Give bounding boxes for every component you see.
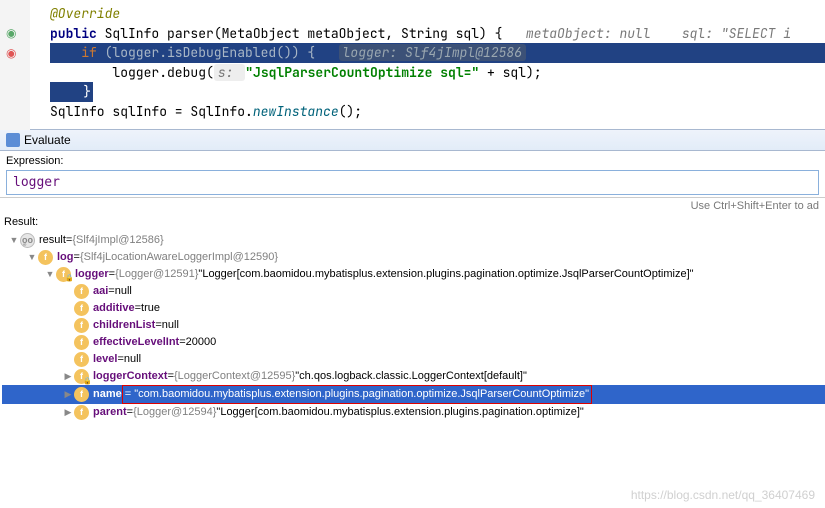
field-icon: f — [74, 387, 89, 402]
editor-gutter: ◉ ◉ — [0, 0, 30, 130]
annotation: @Override — [50, 5, 120, 22]
tree-row-result[interactable]: o͚oresult = {Slf4jImpl@12586} — [2, 232, 825, 249]
evaluate-icon — [6, 133, 20, 147]
expression-label: Expression: — [6, 155, 819, 167]
tree-row-log[interactable]: flog = {Slf4jLocationAwareLoggerImpl@125… — [2, 249, 825, 266]
chevron-right-icon[interactable] — [62, 406, 74, 420]
evaluate-toolbar: Evaluate — [0, 129, 825, 151]
chevron-right-icon[interactable] — [62, 370, 74, 384]
field-icon: f — [74, 318, 89, 333]
shortcut-hint: Use Ctrl+Shift+Enter to ad — [0, 198, 825, 214]
result-label: Result: — [0, 214, 825, 230]
tree-row-childrenList[interactable]: fchildrenList = null — [2, 317, 825, 334]
chevron-right-icon[interactable] — [62, 388, 74, 402]
expression-section: Expression: — [0, 151, 825, 198]
field-icon: f — [74, 301, 89, 316]
tree-row-effectiveLevelInt[interactable]: feffectiveLevelInt = 20000 — [2, 334, 825, 351]
field-final-icon: f — [56, 267, 71, 282]
expression-input[interactable] — [6, 170, 819, 195]
field-icon: f — [74, 405, 89, 420]
field-icon: f — [74, 335, 89, 350]
field-icon: f — [74, 284, 89, 299]
watermark: https://blog.csdn.net/qq_36407469 — [631, 488, 815, 502]
field-icon: f — [74, 352, 89, 367]
chevron-down-icon[interactable] — [26, 251, 38, 265]
inline-debug-hint: logger: Slf4jImpl@12586 — [339, 44, 526, 61]
override-gutter-icon[interactable]: ◉ — [6, 26, 16, 40]
tree-row-name[interactable]: fname = "com.baomidou.mybatisplus.extens… — [2, 385, 825, 404]
object-icon: o͚o — [20, 233, 35, 248]
tree-row-aai[interactable]: faai = null — [2, 283, 825, 300]
breakpoint-icon[interactable]: ◉ — [6, 46, 16, 60]
tree-row-parent[interactable]: fparent = {Logger@12594} "Logger[com.bao… — [2, 404, 825, 421]
code-editor[interactable]: @Override public SqlInfo parser(MetaObje… — [0, 0, 825, 129]
chevron-down-icon[interactable] — [8, 234, 20, 248]
tree-row-additive[interactable]: fadditive = true — [2, 300, 825, 317]
tree-row-logger[interactable]: flogger = {Logger@12591} "Logger[com.bao… — [2, 266, 825, 283]
field-icon: f — [38, 250, 53, 265]
field-final-icon: f — [74, 369, 89, 384]
chevron-down-icon[interactable] — [44, 268, 56, 282]
result-tree[interactable]: o͚oresult = {Slf4jImpl@12586} flog = {Sl… — [0, 230, 825, 422]
evaluate-title: Evaluate — [24, 133, 71, 147]
tree-row-level[interactable]: flevel = null — [2, 351, 825, 368]
tree-row-loggerContext[interactable]: floggerContext = {LoggerContext@12595} "… — [2, 368, 825, 385]
